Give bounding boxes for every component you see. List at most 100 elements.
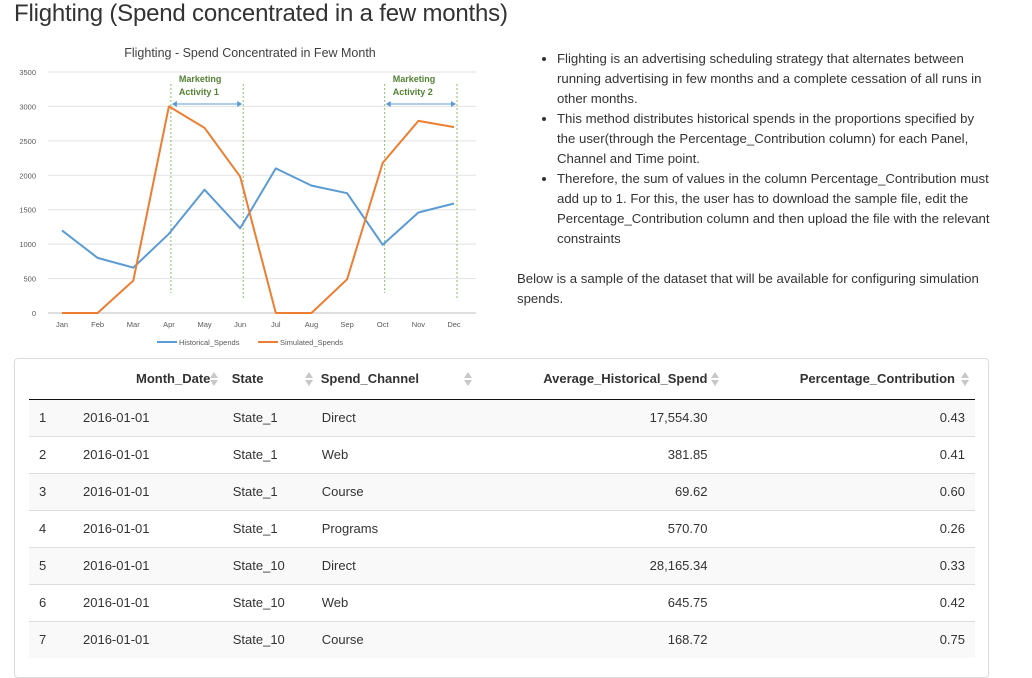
y-tick-label: 2500 — [19, 137, 36, 146]
state-cell: State_1 — [232, 521, 278, 536]
row-index-cell: 4 — [39, 521, 47, 536]
row-index-cell: 1 — [39, 410, 47, 425]
spend-channel-cell: Web — [321, 595, 349, 610]
avg-historical-spend-cell: 69.62 — [674, 484, 708, 499]
avg-historical-spend-cell: 28,165.34 — [649, 558, 708, 573]
spend-channel-cell: Programs — [321, 521, 379, 536]
y-tick-label: 2000 — [19, 171, 36, 180]
x-tick-label: Feb — [91, 320, 104, 329]
x-tick-label: Apr — [163, 320, 175, 329]
table-row[interactable]: 5 2016-01-01 State_10 Direct 28,165.34 0… — [29, 547, 975, 584]
percentage-contribution-cell: 0.60 — [939, 484, 965, 499]
spend-channel-cell: Web — [321, 447, 349, 462]
description-bullets: Flighting is an advertising scheduling s… — [517, 49, 992, 249]
column-header-label: Percentage_Contribution — [799, 371, 955, 387]
table-row[interactable]: 1 2016-01-01 State_1 Direct 17,554.30 0.… — [29, 399, 975, 436]
table-row[interactable]: 6 2016-01-01 State_10 Web 645.75 0.42 — [29, 584, 975, 621]
percentage-contribution-cell: 0.43 — [939, 410, 965, 425]
sort-arrows-icon[interactable] — [209, 371, 218, 387]
x-tick-label: Sep — [340, 320, 353, 329]
avg-historical-spend-cell: 570.70 — [667, 521, 708, 536]
state-cell: State_1 — [232, 484, 278, 499]
x-tick-label: Mar — [127, 320, 140, 329]
avg-historical-spend-cell: 381.85 — [667, 447, 708, 462]
legend-label: Historical_Spends — [179, 338, 240, 347]
state-cell: State_10 — [232, 558, 285, 573]
y-tick-label: 0 — [32, 309, 36, 318]
percentage-contribution-cell: 0.33 — [939, 558, 965, 573]
row-index-cell: 2 — [39, 447, 47, 462]
avg-historical-spend-column-header[interactable]: Average_Historical_Spend — [467, 359, 726, 400]
state-column-header[interactable]: State — [222, 359, 313, 400]
spend-channel-cell: Direct — [321, 558, 356, 573]
table-body: 1 2016-01-01 State_1 Direct 17,554.30 0.… — [29, 399, 975, 658]
state-cell: State_1 — [232, 410, 278, 425]
spend-channel-cell: Course — [321, 632, 364, 648]
x-tick-label: Jul — [271, 320, 281, 329]
month-date-cell: 2016-01-01 — [83, 447, 150, 462]
sample-data-table: Month_Date State Spend_Channel Average_H… — [29, 359, 975, 658]
chart-title: Flighting - Spend Concentrated in Few Mo… — [124, 46, 376, 60]
x-tick-label: Aug — [305, 320, 318, 329]
table-row[interactable]: 7 2016-01-01 State_10 Course 168.72 0.75 — [29, 621, 975, 658]
spend-channel-column-header[interactable]: Spend_Channel — [311, 359, 473, 400]
percentage-contribution-cell: 0.41 — [939, 447, 965, 462]
row-index-cell: 5 — [39, 558, 47, 573]
column-header-label: Average_Historical_Spend — [543, 371, 708, 387]
annotation-label: Activity 1 — [179, 87, 219, 97]
x-tick-label: Nov — [412, 320, 426, 329]
y-tick-label: 1000 — [19, 240, 36, 249]
avg-historical-spend-cell: 17,554.30 — [649, 410, 708, 425]
x-tick-label: Oct — [377, 320, 390, 329]
row-index-cell: 7 — [39, 632, 47, 648]
avg-historical-spend-cell: 645.75 — [667, 595, 708, 610]
column-header-label: Month_Date — [136, 371, 211, 387]
month-date-cell: 2016-01-01 — [83, 484, 150, 499]
chart-y-ticks: 0 500 1000 1500 2000 2500 3000 3500 — [19, 68, 36, 318]
sample-note: Below is a sample of the dataset that wi… — [517, 271, 979, 306]
y-tick-label: 3000 — [19, 102, 36, 111]
chart-x-ticks: Jan Feb Mar Apr May Jun Jul Aug Sep Oct Nov Dec — [56, 320, 461, 329]
index-column-header — [29, 359, 74, 400]
row-index-cell: 3 — [39, 484, 47, 499]
spend-channel-cell: Direct — [321, 410, 356, 425]
column-header-label: State — [231, 371, 264, 387]
table-header: Month_Date State Spend_Channel Average_H… — [29, 359, 975, 400]
table-row[interactable]: 3 2016-01-01 State_1 Course 69.62 0.60 — [29, 473, 975, 510]
sort-arrows-icon[interactable] — [961, 371, 969, 387]
annotation-label: Activity 2 — [393, 87, 433, 97]
chart-legend: Historical_Spends Simulated_Spends — [157, 338, 343, 347]
state-cell: State_10 — [232, 632, 285, 648]
flighting-chart: Flighting - Spend Concentrated in Few Mo… — [14, 40, 494, 355]
table-row[interactable]: 2 2016-01-01 State_1 Web 381.85 0.41 — [29, 436, 975, 473]
y-tick-label: 500 — [23, 275, 36, 284]
month-date-cell: 2016-01-01 — [83, 558, 150, 573]
description-bullet: Flighting is an advertising scheduling s… — [557, 49, 992, 109]
table-row[interactable]: 4 2016-01-01 State_1 Programs 570.70 0.2… — [29, 510, 975, 547]
avg-historical-spend-cell: 168.72 — [667, 632, 708, 648]
state-cell: State_1 — [232, 447, 278, 462]
flighting-chart-svg: Flighting - Spend Concentrated in Few Mo… — [19, 46, 476, 347]
month-date-column-header[interactable]: Month_Date — [73, 359, 223, 400]
series-line — [61, 167, 455, 269]
sort-arrows-icon[interactable] — [711, 371, 720, 387]
annotation-label: Marketing — [179, 74, 222, 84]
table-header-row: Month_Date State Spend_Channel Average_H… — [29, 359, 975, 400]
sample-data-table-card: Month_Date State Spend_Channel Average_H… — [14, 358, 989, 678]
x-tick-label: Dec — [447, 320, 461, 329]
spend-channel-cell: Course — [321, 484, 364, 499]
annotation-label: Marketing — [393, 74, 436, 84]
percentage-contribution-cell: 0.42 — [939, 595, 965, 610]
description-bullet: Therefore, the sum of values in the colu… — [557, 169, 992, 249]
page-title: Flighting (Spend concentrated in a few m… — [14, 0, 508, 27]
state-cell: State_10 — [232, 595, 285, 610]
description-panel: Flighting is an advertising scheduling s… — [517, 49, 992, 309]
percentage-contribution-column-header[interactable]: Percentage_Contribution — [725, 359, 975, 400]
legend-label: Simulated_Spends — [280, 338, 343, 347]
percentage-contribution-cell: 0.75 — [939, 632, 965, 648]
x-tick-label: Jun — [234, 320, 246, 329]
month-date-cell: 2016-01-01 — [83, 595, 150, 610]
x-tick-label: Jan — [56, 320, 68, 329]
month-date-cell: 2016-01-01 — [83, 410, 150, 425]
y-tick-label: 3500 — [19, 68, 36, 77]
